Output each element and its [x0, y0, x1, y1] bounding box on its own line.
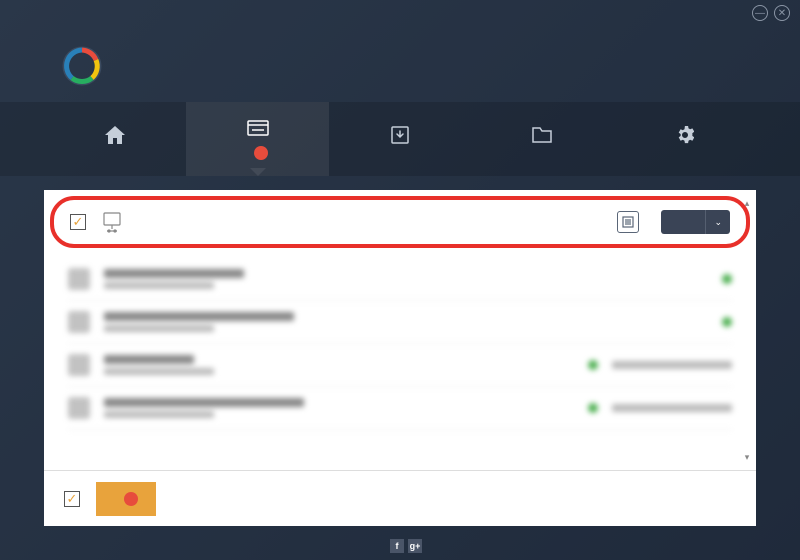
minimize-button[interactable]: —	[752, 5, 768, 21]
nav-restore[interactable]	[471, 102, 613, 176]
restore-icon	[531, 125, 553, 145]
network-device-icon	[100, 210, 124, 234]
select-all-checkbox[interactable]: ✓	[64, 491, 80, 507]
driver-row-highlighted: ✓ ⌄	[50, 196, 750, 248]
main-nav	[0, 102, 800, 176]
social-links: f g+	[390, 539, 422, 553]
scroll-down-icon[interactable]: ▾	[740, 450, 754, 464]
device-info	[138, 221, 603, 223]
list-item	[68, 387, 732, 430]
blurred-driver-rows	[44, 248, 756, 430]
update-button[interactable]: ⌄	[661, 210, 730, 234]
action-bar: ✓	[44, 470, 756, 526]
nav-settings[interactable]	[614, 102, 756, 176]
download-install-button[interactable]	[96, 482, 156, 516]
facebook-icon[interactable]: f	[390, 539, 404, 553]
content-panel: ✓ ⌄ ▴ ▾ ✓	[44, 190, 756, 526]
nav-backup[interactable]	[329, 102, 471, 176]
list-item	[68, 301, 732, 344]
driver-list: ✓ ⌄ ▴ ▾	[44, 190, 756, 470]
google-plus-icon[interactable]: g+	[408, 539, 422, 553]
nav-driver-updates[interactable]	[186, 102, 328, 176]
updates-icon	[247, 118, 269, 138]
backup-icon	[389, 125, 411, 145]
list-item	[68, 258, 732, 301]
install-badge	[124, 492, 138, 506]
scroll-up-icon[interactable]: ▴	[740, 196, 754, 210]
logo-icon	[60, 44, 104, 88]
scrollbar[interactable]: ▴ ▾	[740, 196, 754, 464]
nav-home[interactable]	[44, 102, 186, 176]
home-icon	[104, 125, 126, 145]
titlebar: — ✕	[0, 0, 800, 26]
gear-icon	[674, 125, 696, 145]
footer: f g+	[0, 532, 800, 560]
updates-badge	[254, 146, 268, 160]
app-header	[0, 26, 800, 102]
chevron-down-icon[interactable]: ⌄	[705, 210, 730, 234]
details-button[interactable]	[617, 211, 639, 233]
close-button[interactable]: ✕	[774, 5, 790, 21]
checkbox[interactable]: ✓	[70, 214, 86, 230]
list-item	[68, 344, 732, 387]
